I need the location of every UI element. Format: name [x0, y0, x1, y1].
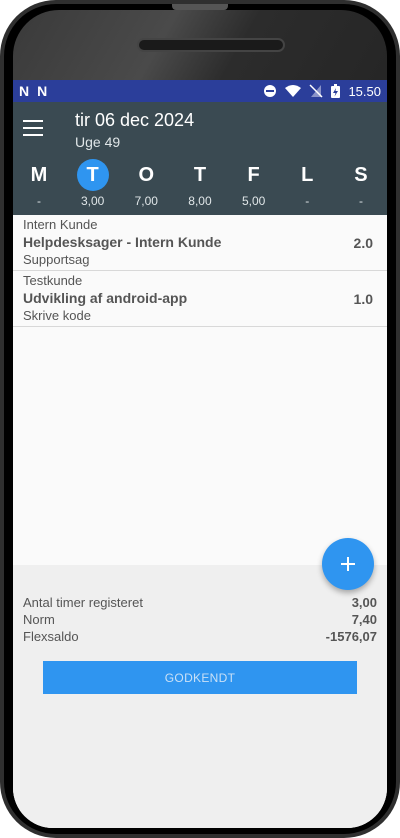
registered-hours-value: 3,00: [351, 595, 377, 610]
battery-icon: [331, 84, 341, 98]
day-letter: L: [301, 163, 314, 186]
day-hours: 8,00: [188, 194, 212, 208]
flex-balance-label: Flexsaldo: [23, 629, 79, 644]
entry-hours: 1.0: [353, 291, 373, 307]
summary-panel: Antal timer registeret 3,00 Norm 7,40 Fl…: [13, 565, 387, 828]
do-not-disturb-icon: [264, 85, 277, 97]
entry-customer: Testkunde: [23, 273, 83, 288]
notification-icons: N N: [19, 83, 47, 99]
day-hours: -: [305, 194, 310, 208]
day-letter: T: [76, 159, 109, 191]
norm-label: Norm: [23, 612, 55, 627]
status-time: 15.50: [348, 83, 381, 99]
entry-hours: 2.0: [353, 235, 373, 251]
status-bar: N N 15.50: [13, 80, 387, 102]
day-friday[interactable]: F 5,00: [234, 156, 274, 215]
day-letter: O: [138, 163, 155, 186]
day-letter: T: [193, 163, 207, 186]
time-entry-list: Intern Kunde Helpdesksager - Intern Kund…: [13, 215, 387, 327]
entry-task: Helpdesksager - Intern Kunde: [23, 234, 222, 250]
phone-frame: N N 15.50 tir 06 dec 2024 Uge 49 M - T 3…: [0, 0, 400, 838]
approve-button[interactable]: GODKENDT: [43, 661, 357, 694]
day-saturday[interactable]: L -: [287, 156, 327, 215]
registered-hours-row: Antal timer registeret 3,00: [23, 595, 377, 612]
time-entry[interactable]: Testkunde Udvikling af android-app 1.0 S…: [13, 271, 387, 327]
entry-description: Skrive kode: [23, 308, 91, 323]
earpiece-speaker: [137, 38, 285, 52]
no-sim-icon: [309, 84, 323, 98]
entry-description: Supportsag: [23, 252, 90, 267]
day-tuesday[interactable]: T 3,00: [73, 156, 113, 215]
entry-task: Udvikling af android-app: [23, 290, 188, 306]
app-screen: N N 15.50 tir 06 dec 2024 Uge 49 M - T 3…: [13, 80, 387, 828]
notification-n-icon: N: [37, 83, 48, 99]
day-wednesday[interactable]: O 7,00: [126, 156, 166, 215]
plus-icon: [341, 557, 355, 571]
day-hours: 3,00: [80, 194, 105, 208]
add-entry-button[interactable]: [322, 538, 374, 590]
app-bar: tir 06 dec 2024 Uge 49: [13, 102, 387, 156]
norm-row: Norm 7,40: [23, 612, 377, 629]
day-thursday[interactable]: T 8,00: [180, 156, 220, 215]
day-hours: -: [358, 194, 363, 208]
day-letter: M: [30, 163, 48, 186]
norm-value: 7,40: [351, 612, 377, 627]
phone-top-glass: [13, 10, 387, 80]
day-sunday[interactable]: S -: [341, 156, 381, 215]
day-hours: 7,00: [134, 194, 158, 208]
hamburger-menu-icon[interactable]: [23, 120, 43, 136]
day-hours: -: [37, 194, 41, 208]
week-subtitle: Uge 49: [75, 134, 121, 150]
time-entry[interactable]: Intern Kunde Helpdesksager - Intern Kund…: [13, 215, 387, 271]
date-title[interactable]: tir 06 dec 2024: [75, 110, 194, 131]
status-icons: 15.50: [263, 84, 381, 99]
day-monday[interactable]: M -: [19, 156, 59, 215]
flex-balance-value: -1576,07: [325, 629, 377, 644]
flex-balance-row: Flexsaldo -1576,07: [23, 629, 377, 646]
day-letter: S: [354, 163, 368, 186]
day-letter: F: [247, 163, 260, 186]
registered-hours-label: Antal timer registeret: [23, 595, 143, 610]
entry-customer: Intern Kunde: [23, 217, 98, 232]
notification-n-icon: N: [19, 83, 30, 99]
wifi-icon: [285, 85, 302, 97]
day-hours: 5,00: [241, 194, 266, 208]
week-day-selector: M - T 3,00 O 7,00 T 8,00 F 5,00 L - S -: [13, 156, 387, 215]
